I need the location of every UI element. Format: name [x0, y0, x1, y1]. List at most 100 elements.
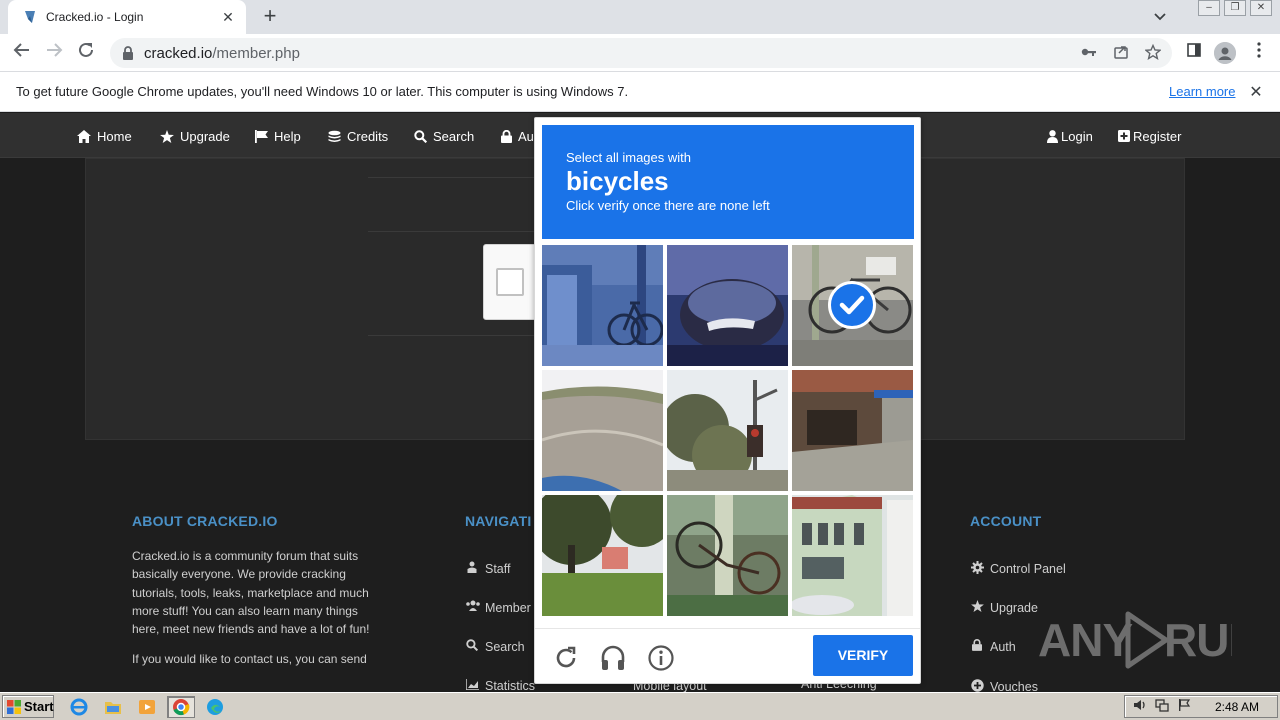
side-panel-icon[interactable]: [1183, 42, 1205, 64]
infobar-close-icon[interactable]: ✕: [1248, 82, 1264, 102]
minimize-button[interactable]: –: [1198, 0, 1220, 16]
road-curve-image: [542, 370, 663, 491]
captcha-tile-8[interactable]: [667, 495, 788, 616]
volume-icon[interactable]: [1133, 698, 1147, 715]
nav-help[interactable]: Help: [255, 127, 301, 145]
address-bar[interactable]: cracked.io/member.php: [110, 38, 1172, 68]
info-icon[interactable]: [647, 644, 675, 672]
car-mirror-image: [667, 245, 788, 366]
footer-link-staff[interactable]: Staff: [465, 561, 510, 576]
start-button[interactable]: Start: [2, 695, 54, 718]
nav-upgrade[interactable]: Upgrade: [160, 127, 230, 145]
tab-close-icon[interactable]: ✕: [220, 9, 236, 26]
captcha-tile-2[interactable]: [667, 245, 788, 366]
ie-icon[interactable]: [67, 696, 91, 718]
taskbar-clock[interactable]: 2:48 AM: [1215, 700, 1259, 714]
captcha-image-grid: [542, 245, 914, 617]
captcha-checkbox[interactable]: [496, 268, 524, 296]
nav-home[interactable]: Home: [77, 127, 132, 145]
bicycle-street-image: [542, 245, 663, 366]
nav-login[interactable]: Login: [1047, 127, 1093, 145]
windows-taskbar: Start 2:48 AM: [0, 692, 1280, 720]
edge-icon[interactable]: [203, 696, 227, 718]
infobar-message: To get future Google Chrome updates, you…: [16, 84, 629, 99]
start-label: Start: [24, 699, 54, 714]
nav-help-label: Help: [274, 128, 301, 144]
footer-link-search-label: Search: [485, 639, 525, 654]
nav-login-label: Login: [1061, 128, 1093, 144]
user-icon: [1047, 129, 1058, 143]
home-icon: [77, 129, 91, 143]
svg-text:RUN: RUN: [1164, 614, 1232, 666]
footer-link-statistics[interactable]: Statistics: [464, 679, 535, 692]
folder-icon[interactable]: [101, 696, 125, 718]
forward-arrow-icon[interactable]: [42, 41, 66, 65]
svg-text:ANY: ANY: [1038, 614, 1132, 666]
storefront-street-image: [792, 370, 913, 491]
users-icon: [465, 561, 479, 576]
refresh-icon[interactable]: [552, 644, 580, 672]
footer-about: ABOUT CRACKED.IO Cracked.io is a communi…: [132, 513, 386, 666]
update-infobar: To get future Google Chrome updates, you…: [0, 72, 1280, 112]
nav-upgrade-label: Upgrade: [180, 128, 230, 144]
favicon-icon: [22, 9, 38, 25]
url-path: /member.php: [212, 44, 300, 62]
new-tab-button[interactable]: +: [258, 5, 282, 29]
captcha-tile-5[interactable]: [667, 370, 788, 491]
footer-account-title: ACCOUNT: [970, 513, 1042, 529]
captcha-prompt-line1: Select all images with: [566, 150, 691, 165]
windows-logo-icon: [7, 699, 21, 714]
chrome-icon[interactable]: [167, 696, 195, 718]
browser-tab-active[interactable]: Cracked.io - Login ✕: [8, 0, 246, 34]
action-center-flag-icon[interactable]: [1177, 698, 1191, 715]
chart-icon: [464, 679, 479, 692]
verify-button[interactable]: VERIFY: [813, 635, 913, 676]
footer-link-members[interactable]: Member: [465, 600, 531, 615]
footer-link-upgrade[interactable]: Upgrade: [970, 600, 1038, 615]
close-window-button[interactable]: ✕: [1250, 0, 1272, 16]
footer-link-auth[interactable]: Auth: [970, 639, 1016, 654]
flag-icon: [255, 129, 268, 143]
coins-icon: [328, 130, 341, 143]
profile-avatar-icon[interactable]: [1214, 42, 1236, 64]
footer-account: ACCOUNT: [970, 513, 1041, 529]
captcha-tile-9[interactable]: [792, 495, 913, 616]
audio-headphones-icon[interactable]: [599, 644, 627, 672]
footer-link-upgrade-label: Upgrade: [990, 600, 1038, 615]
gear-icon: [970, 561, 984, 577]
back-arrow-icon[interactable]: [10, 41, 34, 65]
menu-kebab-icon[interactable]: [1248, 42, 1270, 64]
footer-link-search[interactable]: Search: [465, 639, 525, 654]
tab-title: Cracked.io - Login: [46, 10, 144, 24]
maximize-button[interactable]: ❐: [1224, 0, 1246, 16]
nav-credits[interactable]: Credits: [328, 127, 388, 145]
captcha-prompt-subject: bicycles: [566, 166, 669, 196]
tab-search-chevron-icon[interactable]: [1150, 7, 1170, 27]
footer-link-control-panel-label: Control Panel: [990, 562, 1066, 576]
captcha-tile-4[interactable]: [542, 370, 663, 491]
nav-register[interactable]: Register: [1118, 127, 1181, 145]
share-icon[interactable]: [1112, 44, 1130, 62]
captcha-tile-7[interactable]: [542, 495, 663, 616]
footer-link-staff-label: Staff: [485, 561, 511, 576]
nav-auth[interactable]: Au: [501, 127, 534, 145]
captcha-tile-1[interactable]: [542, 245, 663, 366]
media-player-icon[interactable]: [135, 696, 159, 718]
key-icon[interactable]: [1080, 44, 1098, 62]
nav-home-label: Home: [97, 128, 132, 144]
footer-nav-title: NAVIGATI: [465, 513, 532, 529]
learn-more-link[interactable]: Learn more: [1169, 84, 1235, 99]
network-icon[interactable]: [1155, 698, 1169, 715]
reload-icon[interactable]: [74, 41, 98, 65]
captcha-tile-6[interactable]: [792, 370, 913, 491]
bookmark-star-icon[interactable]: [1144, 43, 1162, 62]
window-controls: – ❐ ✕: [1198, 0, 1272, 18]
url-text: cracked.io/member.php: [144, 45, 300, 62]
lock-icon[interactable]: [122, 46, 134, 60]
star-icon: [970, 600, 984, 615]
footer-link-vouches[interactable]: Vouches: [970, 679, 1038, 692]
nav-search[interactable]: Search: [414, 127, 474, 145]
footer-about-text: Cracked.io is a community forum that sui…: [132, 549, 370, 637]
footer-link-control-panel[interactable]: Control Panel: [970, 561, 1066, 577]
captcha-tile-3[interactable]: [792, 245, 913, 366]
